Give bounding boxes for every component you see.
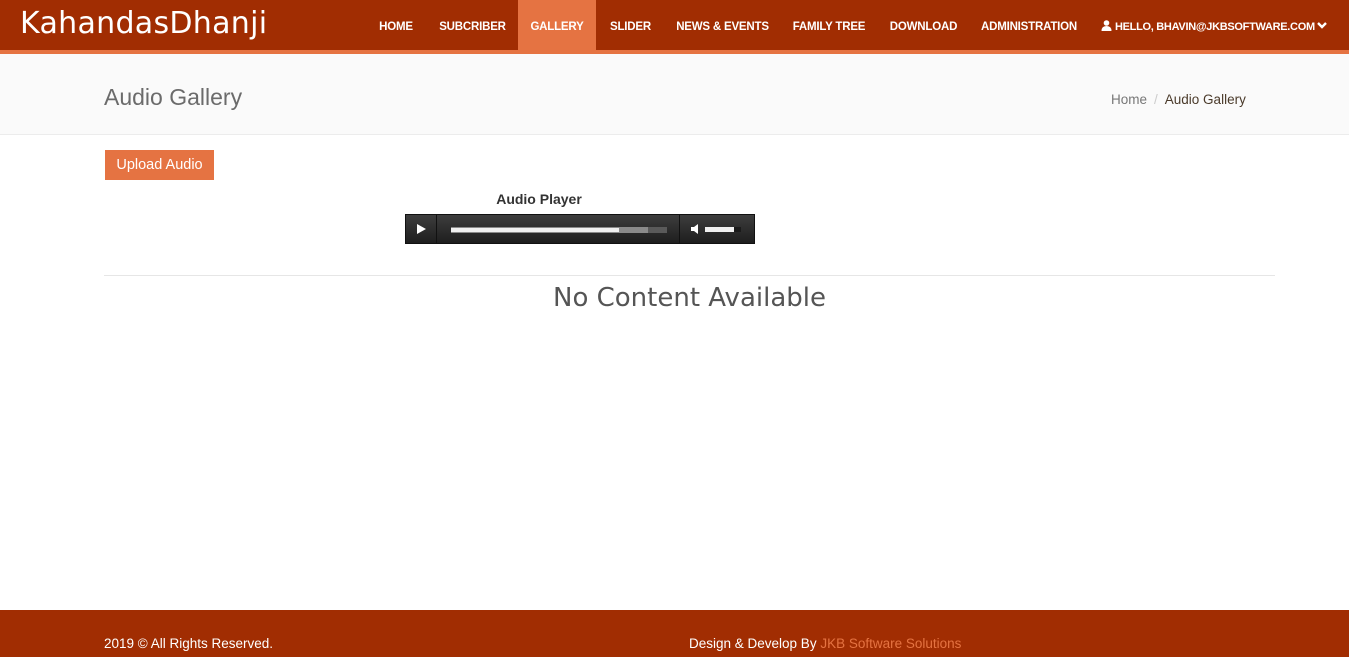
page-title: Audio Gallery bbox=[104, 84, 243, 110]
breadcrumb: Home / Audio Gallery bbox=[1111, 92, 1246, 107]
footer: 2019 © All Rights Reserved. Design & Dev… bbox=[0, 610, 1349, 657]
nav-item-slider[interactable]: SLIDER bbox=[601, 0, 660, 50]
nav-item-news-events[interactable]: NEWS & EVENTS bbox=[670, 0, 775, 50]
audio-player bbox=[405, 214, 755, 244]
nav-item-subcriber[interactable]: SUBCRIBER bbox=[428, 0, 517, 50]
brand-logo[interactable]: KahandasDhanji bbox=[20, 6, 267, 41]
volume-level bbox=[705, 227, 734, 232]
footer-credit-link[interactable]: JKB Software Solutions bbox=[820, 636, 961, 651]
nav-item-download[interactable]: DOWNLOAD bbox=[884, 0, 963, 50]
seek-bar[interactable] bbox=[451, 227, 667, 233]
breadcrumb-home[interactable]: Home bbox=[1111, 92, 1147, 107]
nav-item-home[interactable]: HOME bbox=[367, 0, 425, 50]
user-menu-label: HELLO, BHAVIN@JKBSOFTWARE.COM bbox=[1115, 21, 1315, 33]
volume-icon[interactable] bbox=[691, 224, 701, 234]
page-header: Audio Gallery Home / Audio Gallery bbox=[0, 54, 1349, 135]
volume-control bbox=[679, 215, 755, 243]
user-menu[interactable]: HELLO, BHAVIN@JKBSOFTWARE.COM bbox=[1101, 0, 1327, 50]
footer-credit: Design & Develop By JKB Software Solutio… bbox=[689, 636, 961, 651]
play-icon bbox=[417, 224, 426, 234]
chevron-down-icon bbox=[1316, 0, 1327, 29]
nav-item-gallery[interactable]: GALLERY bbox=[518, 0, 596, 50]
volume-slider[interactable] bbox=[705, 227, 741, 232]
breadcrumb-separator: / bbox=[1154, 92, 1158, 107]
user-icon bbox=[1101, 1, 1112, 31]
play-button[interactable] bbox=[406, 215, 437, 243]
nav-item-family-tree[interactable]: FAMILY TREE bbox=[786, 0, 872, 50]
footer-credit-prefix: Design & Develop By bbox=[689, 636, 817, 651]
breadcrumb-current: Audio Gallery bbox=[1164, 92, 1246, 107]
nav-item-administration[interactable]: ADMINISTRATION bbox=[974, 0, 1084, 50]
seek-bar-progress bbox=[451, 228, 620, 232]
footer-copyright: 2019 © All Rights Reserved. bbox=[104, 636, 274, 651]
empty-state-message: No Content Available bbox=[553, 283, 826, 313]
audio-player-label: Audio Player bbox=[496, 191, 582, 207]
upload-audio-button[interactable]: Upload Audio bbox=[105, 150, 214, 180]
top-navbar: KahandasDhanji HOME SUBCRIBER GALLERY SL… bbox=[0, 0, 1349, 50]
content-divider bbox=[104, 275, 1275, 276]
